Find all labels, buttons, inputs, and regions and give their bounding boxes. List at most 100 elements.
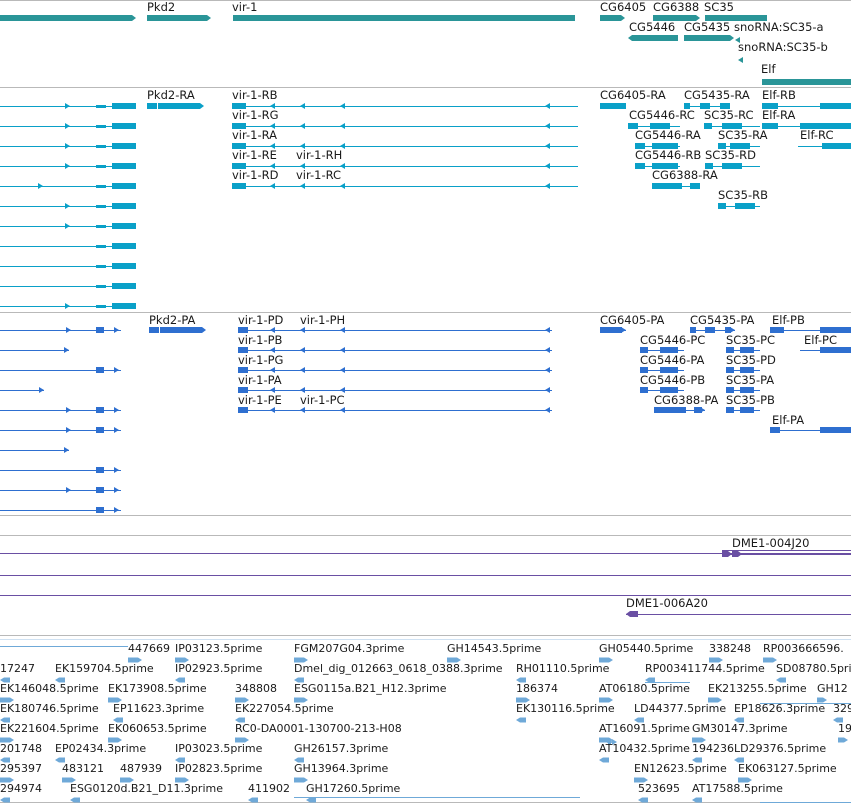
- est-label[interactable]: RP003411744.5prime: [645, 662, 765, 675]
- transcript-label[interactable]: SC35-RD: [705, 148, 756, 162]
- genome-browser-view[interactable]: Pkd2 vir-1 CG6405 CG6388 SC35 CG5446 CG5435 sno…: [0, 0, 851, 803]
- est-label[interactable]: EK221604.5prime: [0, 722, 99, 735]
- protein-label[interactable]: vir-1-PC: [300, 393, 345, 407]
- est-label[interactable]: EK173908.5prime: [108, 682, 207, 695]
- est-label[interactable]: 447669: [128, 642, 170, 655]
- protein-label[interactable]: vir-1-PA: [238, 373, 282, 387]
- transcript-label[interactable]: vir-1-RH: [296, 148, 342, 162]
- est-label[interactable]: ESG0120d.B21_D11.3prime: [70, 782, 223, 795]
- est-label[interactable]: GH13964.3prime: [294, 762, 389, 775]
- est-label[interactable]: FGM207G04.3prime: [294, 642, 405, 655]
- protein-label[interactable]: CG6405-PA: [600, 313, 665, 327]
- est-label[interactable]: GH26157.3prime: [294, 742, 389, 755]
- genome-browser-canvas[interactable]: Pkd2 vir-1 CG6405 CG6388 SC35 CG5446 CG5435 sno…: [0, 0, 851, 803]
- est-label[interactable]: AT06180.5prime: [599, 682, 690, 695]
- gene-label[interactable]: CG6388: [653, 0, 699, 14]
- transcript-label[interactable]: SC35-RA: [718, 128, 768, 142]
- gene-label[interactable]: SC35: [704, 0, 734, 14]
- clone-label[interactable]: DME1-006A20: [626, 596, 708, 610]
- gene-label[interactable]: CG6405: [600, 0, 646, 14]
- clone-label[interactable]: DME1-004J20: [732, 536, 810, 550]
- protein-label[interactable]: SC35-PC: [726, 333, 775, 347]
- est-label[interactable]: 194236: [692, 742, 734, 755]
- protein-label[interactable]: vir-1-PB: [238, 333, 283, 347]
- transcript-label[interactable]: SC35-RB: [718, 188, 768, 202]
- gene-label[interactable]: CG5446: [629, 20, 675, 34]
- protein-label[interactable]: CG5446-PB: [640, 373, 705, 387]
- est-label[interactable]: AT17588.5prime: [692, 782, 783, 795]
- protein-label[interactable]: Elf-PC: [804, 333, 837, 347]
- est-label[interactable]: 201748: [0, 742, 42, 755]
- est-label[interactable]: 295397: [0, 762, 42, 775]
- transcript-label[interactable]: vir-1-RE: [232, 148, 277, 162]
- protein-label[interactable]: vir-1-PG: [238, 353, 283, 367]
- transcript-label[interactable]: Pkd2-RA: [147, 88, 195, 102]
- est-label[interactable]: RC0-DA0001-130700-213-H08: [235, 722, 402, 735]
- transcript-label[interactable]: CG5435-RA: [684, 88, 750, 102]
- gene-label[interactable]: vir-1: [232, 0, 257, 14]
- protein-label[interactable]: SC35-PD: [726, 353, 776, 367]
- protein-label[interactable]: CG5435-PA: [690, 313, 755, 327]
- transcript-label[interactable]: vir-1-RG: [232, 108, 279, 122]
- protein-label[interactable]: Pkd2-PA: [149, 313, 196, 327]
- est-label[interactable]: 487939: [120, 762, 162, 775]
- est-label[interactable]: 329: [833, 702, 851, 715]
- transcript-label[interactable]: CG6388-RA: [652, 168, 718, 182]
- transcript-label[interactable]: SC35-RC: [704, 108, 754, 122]
- est-label[interactable]: GH12: [817, 682, 848, 695]
- transcript-label[interactable]: vir-1-RA: [232, 128, 277, 142]
- est-label[interactable]: RH01110.5prime: [516, 662, 610, 675]
- est-label[interactable]: 348808: [235, 682, 277, 695]
- est-label[interactable]: 483121: [62, 762, 104, 775]
- est-label[interactable]: EK213255.5prime: [708, 682, 807, 695]
- est-label[interactable]: 338248: [709, 642, 751, 655]
- transcript-label[interactable]: Elf-RB: [762, 88, 796, 102]
- est-label[interactable]: EK227054.5prime: [235, 702, 334, 715]
- est-label[interactable]: GH17260.5prime: [306, 782, 401, 795]
- transcript-label[interactable]: Elf-RA: [762, 108, 796, 122]
- protein-label[interactable]: CG6388-PA: [654, 393, 719, 407]
- transcript-label[interactable]: vir-1-RD: [232, 168, 279, 182]
- est-label[interactable]: IP02923.5prime: [175, 662, 263, 675]
- gene-label[interactable]: snoRNA:SC35-a: [734, 20, 824, 34]
- protein-label[interactable]: Elf-PA: [772, 413, 804, 427]
- transcript-label[interactable]: Elf-RC: [800, 128, 833, 142]
- est-label[interactable]: EP11623.3prime: [113, 702, 204, 715]
- est-label[interactable]: LD44377.5prime: [634, 702, 726, 715]
- est-label[interactable]: IP03023.5prime: [175, 742, 263, 755]
- protein-label[interactable]: SC35-PA: [726, 373, 774, 387]
- gene-label[interactable]: Pkd2: [147, 0, 175, 14]
- protein-label[interactable]: vir-1-PD: [238, 313, 284, 327]
- est-label[interactable]: EK060653.5prime: [108, 722, 207, 735]
- transcript-label[interactable]: CG5446-RA: [635, 128, 701, 142]
- est-label[interactable]: GH05440.5prime: [599, 642, 694, 655]
- est-label[interactable]: 190: [838, 722, 851, 735]
- transcript-label[interactable]: CG5446-RC: [629, 108, 695, 122]
- transcript-label[interactable]: CG6405-RA: [600, 88, 666, 102]
- est-label[interactable]: AT10432.5prime: [599, 742, 690, 755]
- transcript-label[interactable]: vir-1-RC: [296, 168, 341, 182]
- est-label[interactable]: ESG0115a.B21_H12.3prime: [294, 682, 447, 695]
- est-label[interactable]: SD08780.5prime: [776, 662, 851, 675]
- est-label[interactable]: IP02823.5prime: [175, 762, 263, 775]
- est-label[interactable]: EP18626.3prime: [734, 702, 825, 715]
- est-label[interactable]: EK159704.5prime: [55, 662, 154, 675]
- est-label[interactable]: EK146048.5prime: [0, 682, 99, 695]
- protein-label[interactable]: vir-1-PH: [300, 313, 345, 327]
- est-label[interactable]: GH14543.5prime: [447, 642, 542, 655]
- est-label[interactable]: 523695: [638, 782, 680, 795]
- gene-label[interactable]: Elf: [761, 62, 776, 76]
- protein-label[interactable]: vir-1-PE: [238, 393, 282, 407]
- est-label[interactable]: EP02434.3prime: [55, 742, 146, 755]
- transcript-label[interactable]: CG5446-RB: [635, 148, 701, 162]
- protein-label[interactable]: Elf-PB: [772, 313, 805, 327]
- protein-label[interactable]: CG5446-PA: [640, 353, 705, 367]
- protein-label[interactable]: CG5446-PC: [640, 333, 705, 347]
- est-label[interactable]: 294974: [0, 782, 42, 795]
- transcript-label[interactable]: vir-1-RB: [232, 88, 278, 102]
- est-label[interactable]: IP03123.5prime: [175, 642, 263, 655]
- est-label[interactable]: 17247: [0, 662, 35, 675]
- est-label[interactable]: EK130116.5prime: [516, 702, 615, 715]
- gene-label[interactable]: CG5435: [684, 20, 730, 34]
- protein-label[interactable]: SC35-PB: [726, 393, 775, 407]
